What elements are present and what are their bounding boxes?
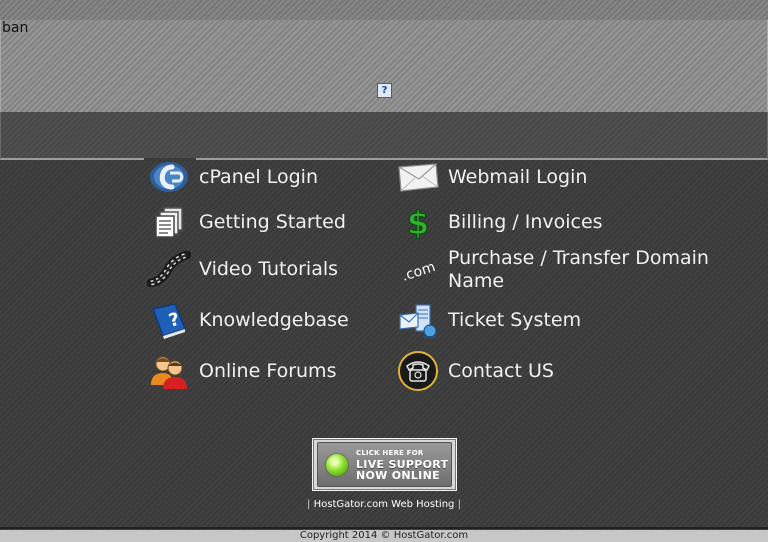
knowledgebase-link[interactable]: ? Knowledgebase (146, 299, 396, 341)
footer-divider (0, 527, 768, 529)
purchase-transfer-domain-label: Purchase / Transfer Domain Name (448, 247, 709, 292)
live-support-panel: CLICK HERE FOR LIVE SUPPORT NOW ONLINE (317, 442, 452, 487)
video-tutorials-label: Video Tutorials (199, 257, 339, 280)
live-support-line3: NOW ONLINE (356, 469, 440, 482)
cpanel-icon (146, 157, 192, 197)
help-icon[interactable]: ? (377, 83, 392, 98)
ticket-system-label: Ticket System (448, 308, 582, 331)
online-forums-link[interactable]: Online Forums (146, 350, 396, 392)
contact-us-label: Contact US (448, 359, 554, 382)
svg-text:$: $ (407, 204, 429, 240)
dotcom-icon: .com (395, 250, 441, 290)
banner: ban ? (0, 20, 768, 113)
billing-invoices-label: Billing / Invoices (448, 210, 603, 233)
documents-icon (146, 202, 192, 242)
hostgator-link[interactable]: HostGator.com Web Hosting (314, 499, 455, 510)
dollar-icon: $ (395, 202, 441, 242)
help-book-icon: ? (146, 300, 192, 340)
svg-text:.com: .com (400, 259, 438, 285)
webmail-login-link[interactable]: Webmail Login (395, 156, 725, 198)
ticket-icon (395, 300, 441, 340)
users-icon (146, 351, 192, 391)
cpanel-login-link[interactable]: cPanel Login (146, 156, 396, 198)
cpanel-login-label: cPanel Login (199, 165, 319, 188)
copyright-text: Copyright 2014 © HostGator.com (299, 530, 469, 541)
live-support-button[interactable]: CLICK HERE FOR LIVE SUPPORT NOW ONLINE (312, 438, 457, 491)
ticket-system-link[interactable]: Ticket System (395, 299, 725, 341)
knowledgebase-label: Knowledgebase (199, 308, 349, 331)
online-forums-label: Online Forums (199, 359, 337, 382)
webmail-login-label: Webmail Login (448, 165, 588, 188)
purchase-transfer-domain-link[interactable]: .com Purchase / Transfer Domain Name (395, 247, 725, 293)
envelope-icon (395, 157, 441, 197)
banner-text: ban (2, 20, 29, 36)
footer-separator-left: | (307, 499, 311, 510)
film-strip-icon (146, 249, 192, 289)
telephone-icon (395, 351, 441, 391)
live-support-text: CLICK HERE FOR LIVE SUPPORT NOW ONLINE (356, 448, 448, 481)
footer-separator-right: | (457, 499, 461, 510)
contact-us-link[interactable]: Contact US (395, 350, 725, 392)
copyright-bar: Copyright 2014 © HostGator.com (0, 530, 768, 542)
footer-links: | HostGator.com Web Hosting | (0, 499, 768, 510)
top-bar (0, 0, 768, 21)
billing-invoices-link[interactable]: $ Billing / Invoices (395, 201, 725, 243)
header-band (0, 112, 768, 160)
video-tutorials-link[interactable]: Video Tutorials (146, 248, 396, 290)
online-status-icon (326, 453, 348, 476)
getting-started-link[interactable]: Getting Started (146, 201, 396, 243)
getting-started-label: Getting Started (199, 210, 346, 233)
